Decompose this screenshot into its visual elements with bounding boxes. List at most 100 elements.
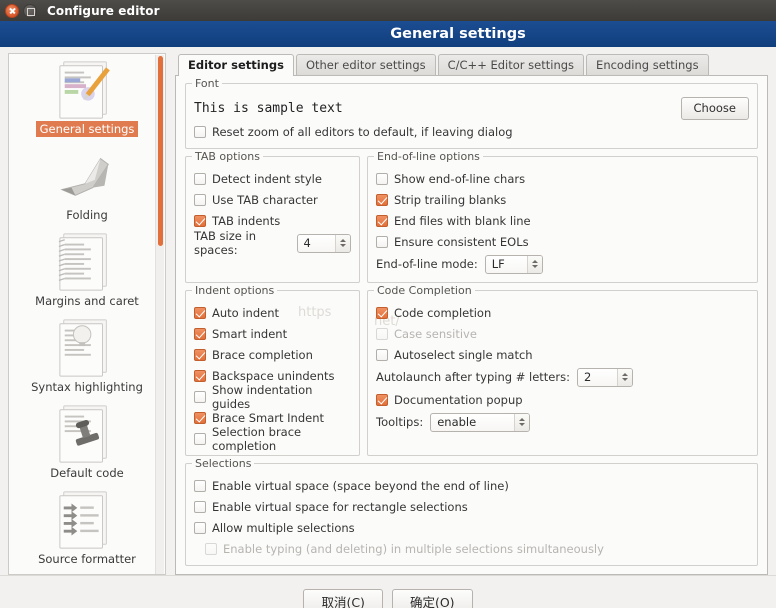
checkbox-box[interactable] (376, 306, 388, 319)
checkbox-box[interactable] (194, 369, 206, 382)
tab-encoding-settings[interactable]: Encoding settings (586, 54, 709, 75)
checkbox-box[interactable] (194, 479, 206, 492)
checkbox-label: Code completion (394, 305, 492, 320)
checkbox-smart-indent[interactable]: Smart indent (194, 323, 351, 344)
sidebar-item-general-settings[interactable]: General settings (9, 56, 165, 142)
sidebar-item-source-formatter[interactable]: Source formatter (9, 486, 165, 572)
sidebar-item-label: Source formatter (38, 552, 136, 566)
checkbox-box[interactable] (194, 125, 206, 138)
eol-mode-value[interactable]: LF (486, 256, 527, 273)
tab-panel-editor-settings: https net/ Font This is sample text Choo… (175, 75, 768, 575)
sidebar-item-syntax-highlighting[interactable]: Syntax highlighting (9, 314, 165, 400)
tab-editor-settings[interactable]: Editor settings (178, 54, 294, 76)
checkbox-label: Use TAB character (212, 192, 318, 207)
checkbox-box[interactable] (376, 214, 388, 227)
maximize-icon[interactable] (23, 3, 37, 18)
checkbox-detect-indent-style[interactable]: Detect indent style (194, 168, 351, 189)
stepper-arrows-icon[interactable] (335, 234, 350, 252)
checkbox-box[interactable] (376, 393, 388, 406)
font-sample-text: This is sample text (194, 100, 343, 116)
choose-font-button[interactable]: Choose (680, 96, 749, 120)
checkbox-auto-indent[interactable]: Auto indent (194, 302, 351, 323)
checkbox-box[interactable] (194, 411, 206, 424)
autolaunch-value[interactable]: 2 (578, 369, 617, 386)
page-title: General settings (0, 21, 776, 47)
checkbox-box[interactable] (194, 348, 206, 361)
ok-button[interactable]: 确定(O) (391, 588, 473, 608)
documentation-popup-checkbox[interactable]: Documentation popup (376, 389, 749, 410)
sidebar-item-default-code[interactable]: Default code (9, 400, 165, 486)
code-completion-title: Code Completion (374, 284, 475, 297)
settings-panel: Editor settings Other editor settings C/C+… (166, 53, 768, 575)
checkbox-label: TAB indents (212, 213, 281, 228)
checkbox-selection-brace-completion[interactable]: Selection brace completion (194, 425, 351, 453)
checkbox-tab-indents[interactable]: TAB indents (194, 210, 351, 231)
close-icon[interactable] (5, 3, 19, 18)
document-pencil-icon (54, 59, 120, 121)
checkbox-box[interactable] (194, 521, 206, 534)
cancel-button[interactable]: 取消(C) (303, 588, 383, 608)
checkbox-strip-trailing-blanks[interactable]: Strip trailing blanks (376, 189, 749, 210)
checkbox-allow-multiple-selections[interactable]: Allow multiple selections (194, 517, 749, 538)
eol-mode-row: End-of-line mode: LF (376, 252, 749, 276)
checkbox-box[interactable] (376, 348, 388, 361)
selections-title: Selections (192, 457, 255, 470)
checkbox-box[interactable] (376, 193, 388, 206)
origami-fold-icon (54, 145, 120, 207)
checkbox-ensure-consistent-eols[interactable]: Ensure consistent EOLs (376, 231, 749, 252)
autolaunch-stepper[interactable]: 2 (576, 367, 633, 387)
tab-c-c-editor-settings[interactable]: C/C++ Editor settings (437, 54, 585, 75)
checkbox-box[interactable] (194, 172, 206, 185)
reset-zoom-checkbox[interactable]: Reset zoom of all editors to default, if… (194, 121, 749, 142)
stepper-arrows-icon[interactable] (514, 413, 530, 431)
checkbox-show-indentation-guides[interactable]: Show indentation guides (194, 383, 351, 411)
sidebar-scrollbar[interactable] (155, 55, 164, 574)
selections-checkboxes: Enable virtual space (space beyond the e… (194, 475, 749, 559)
sidebar-item-folding[interactable]: Folding (9, 142, 165, 228)
sidebar-item-label: Syntax highlighting (31, 380, 143, 394)
checkbox-label: Enable virtual space for rectangle selec… (212, 499, 468, 514)
tab-size-value[interactable]: 4 (298, 235, 335, 252)
tab-size-stepper[interactable]: 4 (296, 233, 351, 253)
checkbox-box[interactable] (194, 214, 206, 227)
dialog-footer: 取消(C) 确定(O) (0, 575, 776, 608)
checkbox-code-completion[interactable]: Code completion (376, 302, 749, 323)
tab-other-editor-settings[interactable]: Other editor settings (295, 54, 436, 75)
checkbox-autoselect-single-match[interactable]: Autoselect single match (376, 344, 749, 365)
tab-options-group: TAB options Detect indent style Use TAB … (185, 150, 360, 283)
tab-bar[interactable]: Editor settings Other editor settings C/C+… (178, 53, 768, 76)
settings-category-list[interactable]: General settings Folding Margins and car… (8, 53, 166, 575)
tooltips-value[interactable]: enable (431, 414, 514, 431)
checkbox-enable-virtual-space-space-beyond-the-en[interactable]: Enable virtual space (space beyond the e… (194, 475, 749, 496)
stepper-arrows-icon[interactable] (526, 255, 542, 273)
sidebar-scrollbar-thumb[interactable] (158, 56, 163, 246)
checkbox-label: Enable typing (and deleting) in multiple… (223, 541, 604, 556)
checkbox-enable-virtual-space-for-rectangle-selec[interactable]: Enable virtual space for rectangle selec… (194, 496, 749, 517)
window-titlebar: Configure editor (0, 0, 776, 21)
checkbox-box (205, 542, 217, 555)
tooltips-select[interactable]: enable (430, 412, 531, 432)
eol-options-checkboxes: Show end-of-line chars Strip trailing bl… (376, 168, 749, 252)
checkbox-label: Case sensitive (394, 326, 477, 341)
checkbox-box[interactable] (194, 500, 206, 513)
checkbox-label: Show indentation guides (212, 382, 313, 411)
checkbox-use-tab-character[interactable]: Use TAB character (194, 189, 351, 210)
checkbox-box[interactable] (194, 193, 206, 206)
checkbox-box[interactable] (194, 306, 206, 319)
checkbox-brace-completion[interactable]: Brace completion (194, 344, 351, 365)
checkbox-box[interactable] (376, 172, 388, 185)
checkbox-show-end-of-line-chars[interactable]: Show end-of-line chars (376, 168, 749, 189)
checkbox-box[interactable] (194, 390, 206, 403)
sidebar-items: General settings Folding Margins and car… (9, 54, 165, 572)
checkbox-box[interactable] (194, 432, 206, 445)
checkbox-box[interactable] (376, 235, 388, 248)
checkbox-end-files-with-blank-line[interactable]: End files with blank line (376, 210, 749, 231)
indent-options-checkboxes: Auto indent Smart indent Brace completio… (194, 302, 351, 453)
eol-options-title: End-of-line options (374, 150, 483, 163)
checkbox-label: Smart indent (212, 326, 288, 341)
stepper-arrows-icon[interactable] (616, 368, 632, 386)
eol-mode-stepper[interactable]: LF (484, 254, 543, 274)
checkbox-case-sensitive: Case sensitive (376, 323, 749, 344)
checkbox-box[interactable] (194, 327, 206, 340)
sidebar-item-margins-and-caret[interactable]: Margins and caret (9, 228, 165, 314)
